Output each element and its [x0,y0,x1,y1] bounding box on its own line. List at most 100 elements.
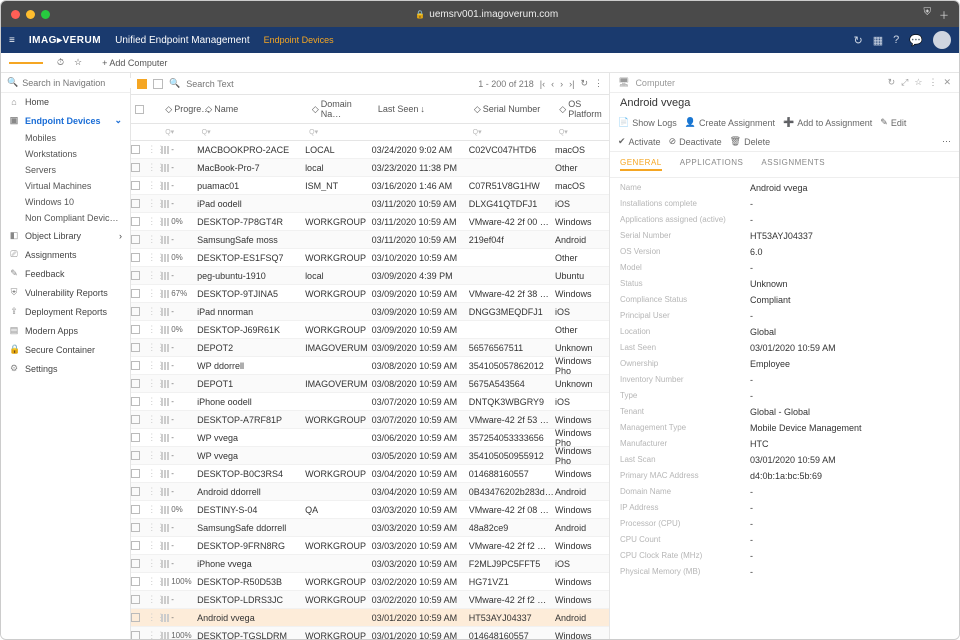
drag-handle[interactable]: ⋮⋮ [147,486,161,497]
drag-handle[interactable]: ⋮⋮ [147,216,161,227]
overflow-button[interactable]: ⋯ [942,136,951,147]
nav-home[interactable]: ⌂Home [1,93,130,111]
table-row[interactable]: ⋮⋮-SamsungSafe moss03/11/2020 10:59 AM21… [131,231,609,249]
nav-secure-container[interactable]: 🔒Secure Container [1,340,130,359]
row-checkbox[interactable] [131,415,140,424]
row-checkbox[interactable] [131,487,140,496]
close-dot[interactable] [11,10,20,19]
table-row[interactable]: ⋮⋮-DESKTOP-LDRS3JCWORKGROUP03/02/2020 10… [131,591,609,609]
refresh-icon[interactable]: ↻ [580,78,588,89]
drag-handle[interactable]: ⋮⋮ [147,234,161,245]
row-checkbox[interactable] [131,217,140,226]
col-name[interactable]: ◇ Name [201,99,308,119]
row-checkbox[interactable] [131,613,140,622]
drag-handle[interactable]: ⋮⋮ [147,612,161,623]
select-all-checkbox[interactable] [135,105,144,114]
url-bar[interactable]: 🔒uemsrv001.imagoverum.com [56,9,918,20]
view-toggle-card[interactable] [137,79,147,89]
drag-handle[interactable]: ⋮⋮ [147,432,161,443]
menu-icon[interactable]: ≡ [9,35,15,46]
drag-handle[interactable]: ⋮⋮ [147,396,161,407]
row-checkbox[interactable] [131,451,140,460]
table-row[interactable]: ⋮⋮-puamac01ISM_NT03/16/2020 1:46 AMC07R5… [131,177,609,195]
more-icon[interactable]: ⋮ [928,77,937,88]
nav-settings[interactable]: ⚙Settings [1,359,130,378]
row-checkbox[interactable] [131,505,140,514]
row-checkbox[interactable] [131,595,140,604]
row-checkbox[interactable] [131,361,140,370]
grid-search-input[interactable] [186,79,326,89]
show-logs-button[interactable]: 📄Show Logs [618,117,677,128]
table-row[interactable]: ⋮⋮-WP vvega03/05/2020 10:59 AM3541050509… [131,447,609,465]
drag-handle[interactable]: ⋮⋮ [147,540,161,551]
table-row[interactable]: ⋮⋮100%DESKTOP-R50D53BWORKGROUP03/02/2020… [131,573,609,591]
table-row[interactable]: ⋮⋮-iPad nnorman03/09/2020 10:59 AMDNGG3M… [131,303,609,321]
add-computer-button[interactable]: + Add Computer [102,58,167,68]
table-row[interactable]: ⋮⋮-Android ddorrell03/04/2020 10:59 AM0B… [131,483,609,501]
row-checkbox[interactable] [131,235,140,244]
row-checkbox[interactable] [131,433,140,442]
drag-handle[interactable]: ⋮⋮ [147,504,161,515]
tab-applications[interactable]: APPLICATIONS [680,158,744,171]
drag-handle[interactable]: ⋮⋮ [147,414,161,425]
add-to-assignment-button[interactable]: ➕Add to Assignment [783,117,872,128]
nav-vulnerability[interactable]: ⛨Vulnerability Reports [1,283,130,302]
col-os[interactable]: ◇ OS Platform [555,99,609,119]
row-checkbox[interactable] [131,325,140,334]
page-prev[interactable]: ‹ [551,79,554,89]
nav-assignments[interactable]: ⎚Assignments [1,245,130,264]
row-checkbox[interactable] [131,253,140,262]
shield-icon[interactable]: ⛨ [924,7,932,22]
row-checkbox[interactable] [131,379,140,388]
help-icon[interactable]: ? [893,34,899,46]
table-row[interactable]: ⋮⋮-DESKTOP-B0C3RS4WORKGROUP03/04/2020 10… [131,465,609,483]
col-domain[interactable]: ◇ Domain Na… [308,99,374,119]
nav-sub-item[interactable]: Mobiles [1,130,130,146]
row-checkbox[interactable] [131,181,140,190]
activate-button[interactable]: ✔Activate [618,136,661,147]
drag-handle[interactable]: ⋮⋮ [147,450,161,461]
row-checkbox[interactable] [131,163,140,172]
table-row[interactable]: ⋮⋮0%DESKTOP-J69R61KWORKGROUP03/09/2020 1… [131,321,609,339]
row-checkbox[interactable] [131,271,140,280]
nav-modern-apps[interactable]: ▤Modern Apps [1,321,130,340]
edit-button[interactable]: ✎Edit [880,117,906,128]
page-first[interactable]: |‹ [540,79,545,89]
chat-icon[interactable]: 💬 [909,34,923,47]
deactivate-button[interactable]: ⊘Deactivate [669,136,722,147]
drag-handle[interactable]: ⋮⋮ [147,198,161,209]
table-row[interactable]: ⋮⋮0%DESTINY-S-04QA03/03/2020 10:59 AMVMw… [131,501,609,519]
page-next[interactable]: › [560,79,563,89]
nav-sub-item[interactable]: Non Compliant Devic… [1,210,130,226]
maximize-dot[interactable] [41,10,50,19]
drag-handle[interactable]: ⋮⋮ [147,378,161,389]
tab-general[interactable]: GENERAL [620,158,662,171]
grid-icon[interactable]: ▦ [873,34,883,47]
table-row[interactable]: ⋮⋮-peg-ubuntu-1910local03/09/2020 4:39 P… [131,267,609,285]
nav-sub-item[interactable]: Servers [1,162,130,178]
more-icon[interactable]: ⋮ [594,78,603,89]
row-checkbox[interactable] [131,523,140,532]
drag-handle[interactable]: ⋮⋮ [147,162,161,173]
star-icon[interactable]: ☆ [914,77,922,88]
table-row[interactable]: ⋮⋮-SamsungSafe ddorrell03/03/2020 10:59 … [131,519,609,537]
table-row[interactable]: ⋮⋮-iPhone vvega03/03/2020 10:59 AMF2MLJ9… [131,555,609,573]
create-assignment-button[interactable]: 👤Create Assignment [685,117,775,128]
expand-icon[interactable]: ⤢ [901,77,908,88]
row-checkbox[interactable] [131,199,140,208]
row-checkbox[interactable] [131,289,140,298]
row-checkbox[interactable] [131,469,140,478]
col-progress[interactable]: ◇ Progre… [161,99,201,119]
refresh-icon[interactable]: ↻ [888,77,896,88]
table-row[interactable]: ⋮⋮0%DESKTOP-7P8GT4RWORKGROUP03/11/2020 1… [131,213,609,231]
nav-sub-item[interactable]: Windows 10 [1,194,130,210]
table-row[interactable]: ⋮⋮-MacBook-Pro-7local03/23/2020 11:38 PM… [131,159,609,177]
table-row[interactable]: ⋮⋮-MACBOOKPRO-2ACELOCAL03/24/2020 9:02 A… [131,141,609,159]
drag-handle[interactable]: ⋮⋮ [147,252,161,263]
tab-assignments[interactable]: ASSIGNMENTS [761,158,825,171]
table-row[interactable]: ⋮⋮67%DESKTOP-9TJINA5WORKGROUP03/09/2020 … [131,285,609,303]
drag-handle[interactable]: ⋮⋮ [147,306,161,317]
drag-handle[interactable]: ⋮⋮ [147,558,161,569]
view-toggle-list[interactable] [153,79,163,89]
clock-icon[interactable]: ⏱ [57,57,64,68]
